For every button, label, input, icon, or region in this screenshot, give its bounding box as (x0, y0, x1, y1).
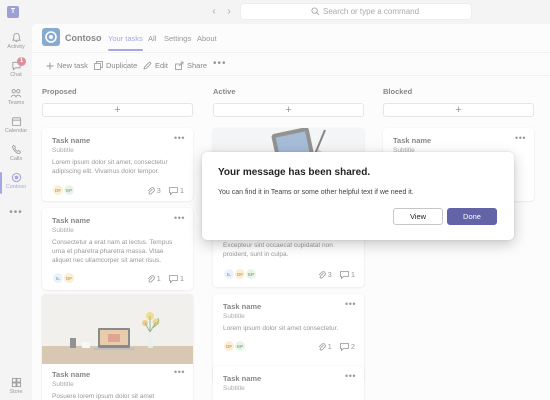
dialog-title: Your message has been shared. (218, 167, 371, 178)
done-button[interactable]: Done (447, 208, 497, 225)
dialog-message: You can find it in Teams or some other h… (218, 189, 414, 196)
view-button[interactable]: View (393, 208, 443, 225)
share-confirmation-dialog: Your message has been shared. You can fi… (202, 152, 514, 240)
